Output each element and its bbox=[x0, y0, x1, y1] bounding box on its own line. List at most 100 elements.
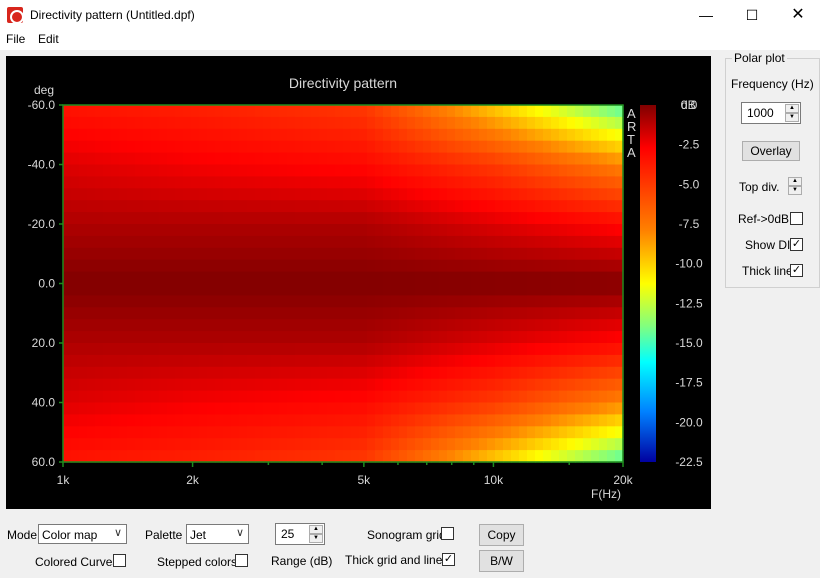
menu-file[interactable]: File bbox=[6, 32, 25, 46]
heatmap-cell bbox=[343, 247, 352, 261]
heatmap-cell bbox=[559, 307, 568, 320]
heatmap-cell bbox=[119, 390, 128, 404]
bw-button[interactable]: B/W bbox=[479, 550, 524, 572]
top-div-down-arrow[interactable]: ▼ bbox=[788, 186, 802, 195]
heatmap-cell bbox=[247, 200, 256, 213]
stepped-colors-checkbox[interactable] bbox=[235, 554, 248, 567]
overlay-button[interactable]: Overlay bbox=[742, 141, 800, 161]
heatmap-cell bbox=[239, 390, 248, 404]
mode-dropdown[interactable]: Color map ∨ bbox=[38, 524, 127, 544]
palette-dropdown[interactable]: Jet ∨ bbox=[186, 524, 249, 544]
heatmap-cell bbox=[567, 200, 576, 213]
heatmap-cell bbox=[607, 295, 616, 308]
heatmap-cell bbox=[271, 366, 280, 380]
heatmap-cell bbox=[439, 271, 448, 285]
heatmap-cell bbox=[79, 128, 88, 142]
heatmap-cell bbox=[519, 390, 528, 404]
show-di-checkbox[interactable]: ✓ bbox=[790, 238, 803, 251]
heatmap-cell bbox=[287, 414, 296, 427]
colored-curves-checkbox[interactable] bbox=[113, 554, 126, 567]
maximize-button[interactable]: ☐ bbox=[729, 0, 775, 30]
heatmap-cell bbox=[79, 259, 88, 273]
ref-0db-checkbox[interactable] bbox=[790, 212, 803, 225]
thick-line-checkbox[interactable]: ✓ bbox=[790, 264, 803, 277]
heatmap-cell bbox=[463, 378, 472, 392]
heatmap-cell bbox=[511, 343, 520, 356]
frequency-up-arrow[interactable]: ▲ bbox=[785, 104, 799, 113]
heatmap-cell bbox=[103, 200, 112, 213]
heatmap-cell bbox=[143, 128, 152, 142]
heatmap-cell bbox=[311, 438, 320, 451]
heatmap-cell bbox=[183, 402, 192, 415]
heatmap-cell bbox=[327, 366, 336, 380]
heatmap-cell bbox=[151, 152, 160, 166]
heatmap-cell bbox=[287, 164, 296, 177]
heatmap-cell bbox=[487, 390, 496, 404]
heatmap-cell bbox=[455, 414, 464, 427]
heatmap-cell bbox=[407, 283, 416, 296]
heatmap-cell bbox=[127, 140, 136, 154]
heatmap-cell bbox=[263, 212, 272, 225]
heatmap-cell bbox=[311, 307, 320, 320]
heatmap-cell bbox=[431, 235, 440, 249]
heatmap-cell bbox=[207, 212, 216, 225]
frequency-down-arrow[interactable]: ▼ bbox=[785, 113, 799, 122]
heatmap-cell bbox=[111, 152, 120, 166]
frequency-label: Frequency (Hz) bbox=[731, 77, 814, 91]
heatmap-cell bbox=[143, 319, 152, 332]
heatmap-cell bbox=[415, 212, 424, 225]
heatmap-cell bbox=[367, 116, 376, 130]
heatmap-cell bbox=[503, 331, 512, 344]
colorbar-tick-label: -12.5 bbox=[675, 296, 703, 310]
top-div-spinner[interactable]: ▲ ▼ bbox=[788, 177, 802, 195]
frequency-spinbox[interactable]: 1000 ▲ ▼ bbox=[741, 102, 801, 124]
heatmap-cell bbox=[359, 295, 368, 308]
heatmap-cell bbox=[583, 366, 592, 380]
thick-grid-checkbox[interactable]: ✓ bbox=[442, 553, 455, 566]
heatmap-cell bbox=[343, 343, 352, 356]
close-button[interactable]: ✕ bbox=[775, 0, 820, 30]
heatmap-cell bbox=[159, 116, 168, 130]
menu-edit[interactable]: Edit bbox=[38, 32, 59, 46]
heatmap-cell bbox=[271, 176, 280, 189]
heatmap-cell bbox=[95, 283, 104, 296]
heatmap-cell bbox=[71, 176, 80, 189]
heatmap-cell bbox=[567, 128, 576, 142]
heatmap-cell bbox=[439, 438, 448, 451]
heatmap-cell bbox=[583, 283, 592, 296]
heatmap-cell bbox=[87, 283, 96, 296]
heatmap-cell bbox=[175, 176, 184, 189]
heatmap-cell bbox=[575, 331, 584, 344]
heatmap-cell bbox=[223, 366, 232, 380]
range-up-arrow[interactable]: ▲ bbox=[309, 525, 323, 534]
heatmap-cell bbox=[335, 200, 344, 213]
range-spinbox[interactable]: 25 ▲ ▼ bbox=[275, 523, 325, 545]
top-div-up-arrow[interactable]: ▲ bbox=[788, 177, 802, 186]
heatmap-cell bbox=[407, 271, 416, 285]
arta-brand: ARTA bbox=[627, 106, 636, 160]
heatmap-cell bbox=[255, 390, 264, 404]
heatmap-cell bbox=[103, 343, 112, 356]
heatmap-cell bbox=[119, 414, 128, 427]
heatmap-cell bbox=[143, 414, 152, 427]
heatmap-cell bbox=[223, 402, 232, 415]
heatmap-cell bbox=[319, 128, 328, 142]
y-tick-label: 20.0 bbox=[32, 336, 56, 350]
heatmap-cell bbox=[175, 105, 184, 118]
heatmap-cell bbox=[127, 343, 136, 356]
heatmap-cell bbox=[135, 128, 144, 142]
heatmap-cell bbox=[247, 402, 256, 415]
heatmap-cell bbox=[431, 450, 440, 463]
heatmap-cell bbox=[367, 176, 376, 189]
heatmap-cell bbox=[279, 343, 288, 356]
heatmap-cell bbox=[559, 152, 568, 166]
sonogram-grid-checkbox[interactable] bbox=[441, 527, 454, 540]
minimize-button[interactable]: — bbox=[683, 0, 729, 30]
copy-button[interactable]: Copy bbox=[479, 524, 524, 546]
heatmap-cell bbox=[519, 176, 528, 189]
heatmap-cell bbox=[63, 390, 72, 404]
heatmap-cell bbox=[263, 247, 272, 261]
heatmap-cell bbox=[479, 105, 488, 118]
heatmap-cell bbox=[271, 378, 280, 392]
range-down-arrow[interactable]: ▼ bbox=[309, 534, 323, 543]
